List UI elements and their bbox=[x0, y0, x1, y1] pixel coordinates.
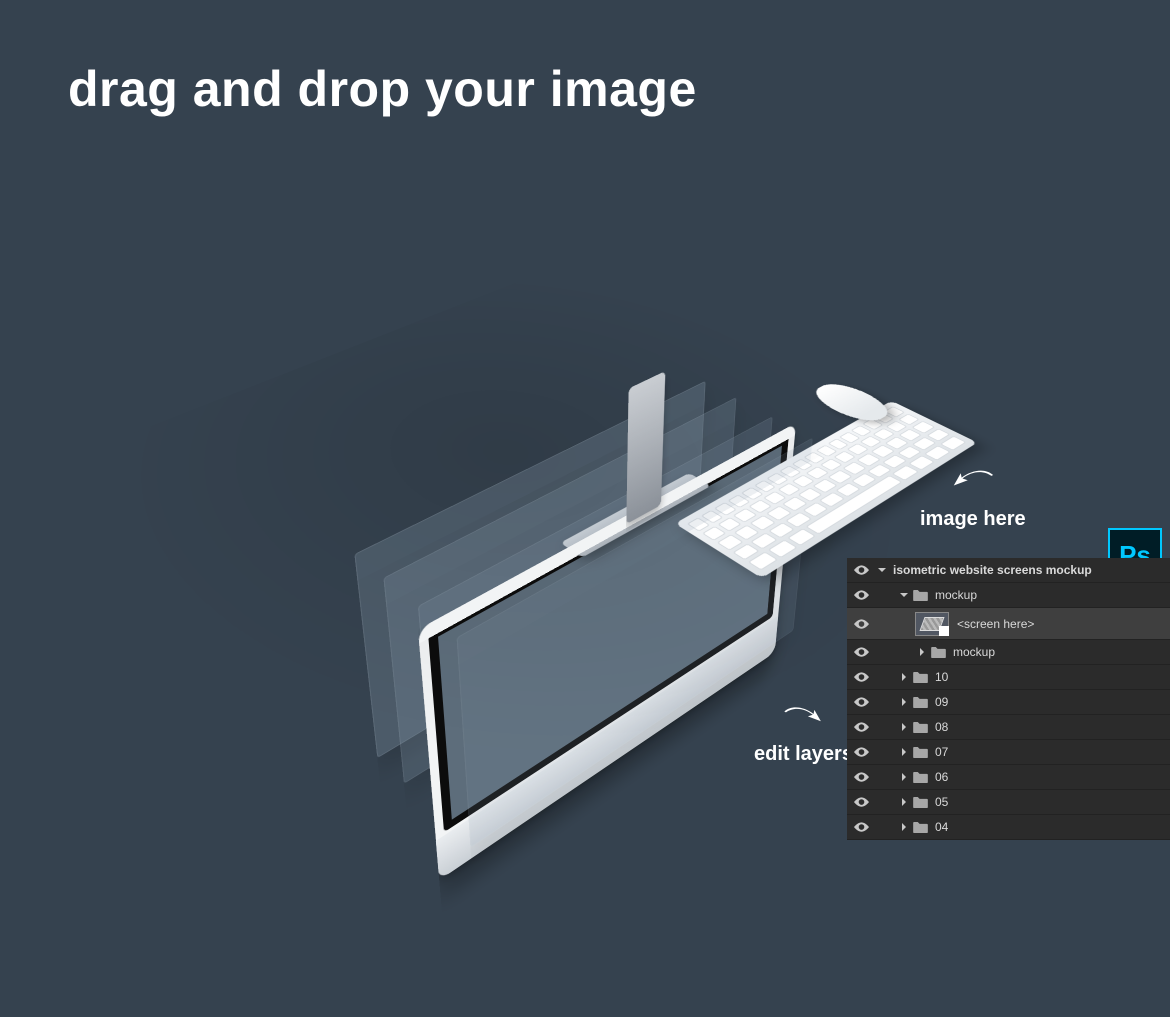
annotation-edit-layers: edit layers bbox=[754, 705, 853, 766]
folder-icon bbox=[911, 772, 929, 783]
layer-label: 07 bbox=[935, 745, 948, 759]
visibility-toggle-icon[interactable] bbox=[847, 797, 875, 807]
folder-icon bbox=[911, 697, 929, 708]
visibility-toggle-icon[interactable] bbox=[847, 590, 875, 600]
layer-group-mockup-nested[interactable]: mockup bbox=[847, 640, 1170, 665]
arrow-right-icon bbox=[783, 705, 823, 737]
visibility-toggle-icon[interactable] bbox=[847, 822, 875, 832]
monitor-stand-neck bbox=[626, 371, 665, 524]
folder-icon bbox=[929, 647, 947, 658]
layer-group-04[interactable]: 04 bbox=[847, 815, 1170, 840]
layer-group-08[interactable]: 08 bbox=[847, 715, 1170, 740]
page-headline: drag and drop your image bbox=[68, 60, 697, 118]
layer-label: 09 bbox=[935, 695, 948, 709]
chevron-right-icon[interactable] bbox=[897, 798, 911, 806]
layer-label: 06 bbox=[935, 770, 948, 784]
chevron-right-icon[interactable] bbox=[897, 823, 911, 831]
annotation-image-here: image here bbox=[920, 468, 1026, 531]
folder-icon bbox=[911, 747, 929, 758]
layer-group-05[interactable]: 05 bbox=[847, 790, 1170, 815]
layer-group-06[interactable]: 06 bbox=[847, 765, 1170, 790]
visibility-toggle-icon[interactable] bbox=[847, 697, 875, 707]
chevron-right-icon[interactable] bbox=[915, 648, 929, 656]
chevron-down-icon[interactable] bbox=[897, 591, 911, 599]
layer-root-group[interactable]: isometric website screens mockup bbox=[847, 558, 1170, 583]
annotation-edit-layers-label: edit layers bbox=[754, 743, 853, 766]
folder-icon bbox=[911, 722, 929, 733]
visibility-toggle-icon[interactable] bbox=[847, 772, 875, 782]
chevron-down-icon[interactable] bbox=[875, 566, 889, 574]
layers-panel[interactable]: isometric website screens mockup mockup … bbox=[847, 558, 1170, 840]
arrow-left-icon bbox=[952, 468, 994, 502]
visibility-toggle-icon[interactable] bbox=[847, 565, 875, 575]
layer-group-07[interactable]: 07 bbox=[847, 740, 1170, 765]
folder-icon bbox=[911, 672, 929, 683]
mouse bbox=[805, 379, 898, 427]
chevron-right-icon[interactable] bbox=[897, 673, 911, 681]
layer-group-10[interactable]: 10 bbox=[847, 665, 1170, 690]
visibility-toggle-icon[interactable] bbox=[847, 722, 875, 732]
folder-icon bbox=[911, 822, 929, 833]
layer-label: 08 bbox=[935, 720, 948, 734]
layer-label: 05 bbox=[935, 795, 948, 809]
folder-icon bbox=[911, 797, 929, 808]
layer-group-mockup-nested-label: mockup bbox=[953, 645, 995, 659]
layer-group-mockup[interactable]: mockup bbox=[847, 583, 1170, 608]
annotation-image-here-label: image here bbox=[920, 508, 1026, 531]
layer-label: 04 bbox=[935, 820, 948, 834]
layer-screen-here[interactable]: <screen here> bbox=[847, 608, 1170, 640]
chevron-right-icon[interactable] bbox=[897, 698, 911, 706]
visibility-toggle-icon[interactable] bbox=[847, 672, 875, 682]
layer-group-09[interactable]: 09 bbox=[847, 690, 1170, 715]
layer-root-label: isometric website screens mockup bbox=[893, 563, 1092, 577]
mockup-scene bbox=[240, 160, 940, 780]
visibility-toggle-icon[interactable] bbox=[847, 747, 875, 757]
folder-icon bbox=[911, 590, 929, 601]
visibility-toggle-icon[interactable] bbox=[847, 619, 875, 629]
chevron-right-icon[interactable] bbox=[897, 773, 911, 781]
smart-object-thumb[interactable] bbox=[915, 612, 949, 636]
visibility-toggle-icon[interactable] bbox=[847, 647, 875, 657]
smart-object-badge-icon bbox=[939, 626, 949, 636]
layer-group-mockup-label: mockup bbox=[935, 588, 977, 602]
layer-screen-here-label: <screen here> bbox=[957, 617, 1034, 631]
layer-label: 10 bbox=[935, 670, 948, 684]
chevron-right-icon[interactable] bbox=[897, 748, 911, 756]
chevron-right-icon[interactable] bbox=[897, 723, 911, 731]
